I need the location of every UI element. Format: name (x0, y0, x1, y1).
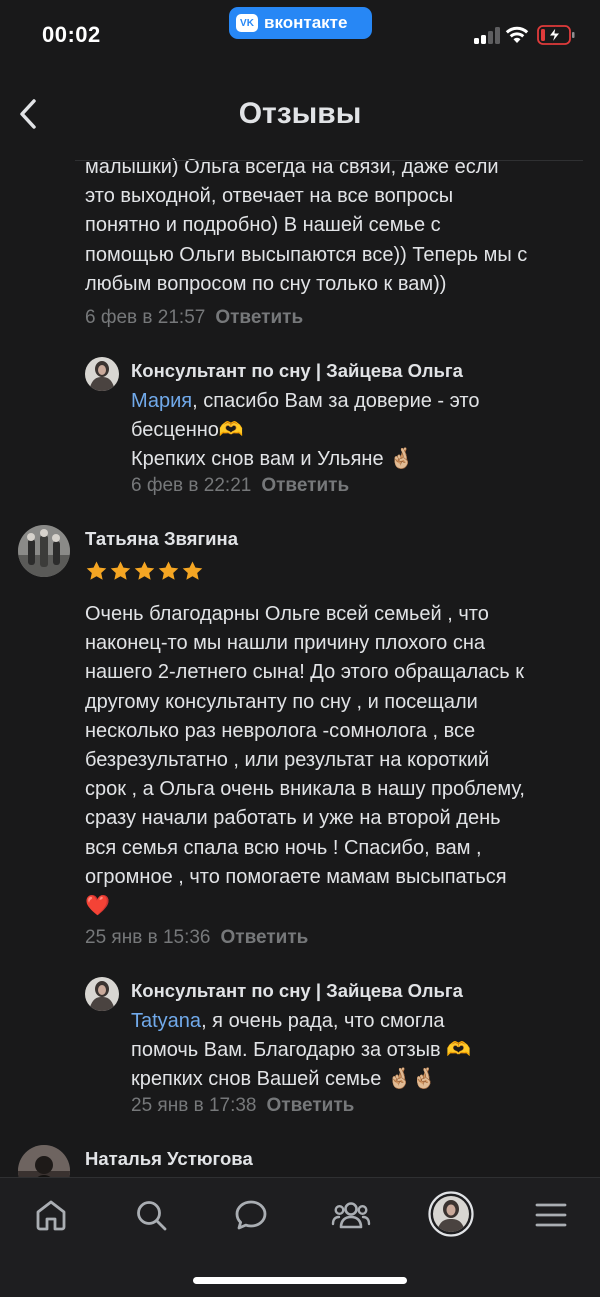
vk-logo-icon: VK (236, 14, 258, 32)
bottom-tab-bar (0, 1177, 600, 1297)
review-text-line: несколько раз невролога -сомнолога , все (85, 719, 476, 742)
page-title: Отзывы (238, 97, 362, 130)
app-badge-label: вконтакте (264, 13, 348, 32)
reply-text-line: помочь Вам. Благодарю за отзыв (131, 1039, 447, 1062)
mention-link[interactable]: Tatyana (131, 1010, 201, 1032)
tab-profile[interactable] (428, 1191, 474, 1237)
review-text-line: вся семья спала всю ночь ! Спасибо, вам … (85, 836, 482, 859)
reply-date: 6 фев в 22:21 (131, 475, 252, 496)
reply-button[interactable]: Ответить (261, 475, 349, 496)
heart-hands-emoji: 🫶 (446, 1039, 472, 1062)
crossed-fingers-emoji: 🤞🏼 (389, 448, 415, 471)
review-text-line: понятно и подробно) В нашей семье с (85, 214, 441, 237)
home-icon (36, 1200, 66, 1231)
review-text-line: нашего 2-летнего сына! До этого обращала… (85, 661, 525, 684)
review-text-line: сразу начали работать и уже на второй де… (85, 807, 501, 830)
header-divider (75, 160, 583, 161)
reply-meta: 25 янв в 17:38 Ответить (131, 1095, 354, 1117)
star-icon (158, 561, 179, 580)
tab-home[interactable] (31, 1195, 71, 1235)
messages-icon (235, 1200, 267, 1230)
review-meta: 25 янв в 15:36 Ответить (85, 927, 308, 949)
crossed-fingers-emoji: 🤞🏼🤞🏼 (387, 1068, 437, 1091)
reply-author[interactable]: Консультант по сну | Зайцева Ольга (131, 360, 463, 382)
avatar[interactable] (85, 977, 119, 1011)
friends-icon (331, 1202, 371, 1229)
wifi-icon (505, 26, 529, 43)
review-text: малышки) Ольга всегда на связи, даже есл… (85, 155, 527, 299)
top-navigation: Отзывы (0, 72, 600, 162)
star-icon (182, 561, 203, 580)
review-text: Очень благодарны Ольге всей семьей , что… (85, 600, 525, 921)
reply-button[interactable]: Ответить (267, 1095, 355, 1116)
review-text-line: помощью Ольги высыпаются все)) Теперь мы… (85, 243, 528, 266)
reply-meta: 6 фев в 22:21 Ответить (131, 475, 349, 497)
reviews-list[interactable]: малышки) Ольга всегда на связи, даже есл… (0, 155, 600, 1177)
review-text-line: Очень благодарны Ольге всей семьей , что (85, 603, 489, 625)
rating-stars (85, 560, 204, 583)
reply-author[interactable]: Консультант по сну | Зайцева Ольга (131, 980, 463, 1002)
review-date: 6 фев в 21:57 (85, 307, 206, 328)
home-indicator[interactable] (193, 1277, 407, 1284)
review-text-line: срок , а Ольга очень вникала в нашу проб… (85, 778, 525, 801)
reply-text-line: бесценно (131, 419, 219, 442)
review-text-line: огромное , что помогаете мамам высыпатьс… (85, 865, 507, 888)
star-icon (110, 561, 131, 580)
reply-text: Мария, спасибо Вам за доверие - это бесц… (131, 387, 479, 475)
menu-icon (535, 1203, 567, 1227)
status-bar: 00:02 VK вконтакте (0, 0, 600, 72)
reply-button[interactable]: Ответить (221, 927, 309, 948)
review-text-line: безрезультатно , или результат на коротк… (85, 749, 490, 772)
review-date: 25 янв в 15:36 (85, 927, 211, 948)
reply-date: 25 янв в 17:38 (131, 1095, 257, 1116)
tab-search[interactable] (131, 1195, 171, 1235)
reply-text-line: крепких снов Вашей семье (131, 1068, 387, 1091)
review-author[interactable]: Татьяна Звягина (85, 528, 238, 550)
cellular-signal-icon (474, 27, 500, 44)
reply-text-line: , я очень рада, что смогла (201, 1010, 445, 1032)
heart-emoji: ❤️ (85, 895, 110, 918)
status-time: 00:02 (42, 22, 101, 47)
reply-text-line: , спасибо Вам за доверие - это (192, 390, 480, 412)
app-badge[interactable]: VK вконтакте (229, 7, 372, 39)
search-icon (137, 1201, 167, 1231)
review-text-line: наконец-то мы нашли причину плохого сна (85, 632, 485, 655)
tab-messages[interactable] (231, 1195, 271, 1235)
review-text-line: другому консультанту по сну , и посещали (85, 690, 478, 713)
tab-menu[interactable] (531, 1195, 571, 1235)
star-icon (134, 561, 155, 580)
profile-avatar (428, 1191, 474, 1237)
reply-text-line: Крепких снов вам и Ульяне (131, 448, 390, 471)
review-meta: 6 фев в 21:57 Ответить (85, 307, 303, 329)
mention-link[interactable]: Мария (131, 390, 192, 412)
avatar[interactable] (18, 525, 70, 577)
battery-charging-icon (537, 25, 575, 45)
review-author[interactable]: Наталья Устюгова (85, 1148, 253, 1170)
reply-button[interactable]: Ответить (215, 307, 303, 328)
tab-friends[interactable] (331, 1195, 371, 1235)
reply-text: Tatyana, я очень рада, что смогла помочь… (131, 1007, 471, 1095)
review-text-line: любым вопросом по сну только к вам)) (85, 272, 447, 295)
review-text-line: это выходной, отвечает на все вопросы (85, 185, 454, 208)
avatar[interactable] (85, 357, 119, 391)
heart-hands-emoji: 🫶 (218, 419, 244, 442)
star-icon (86, 561, 107, 580)
avatar[interactable] (18, 1145, 70, 1177)
